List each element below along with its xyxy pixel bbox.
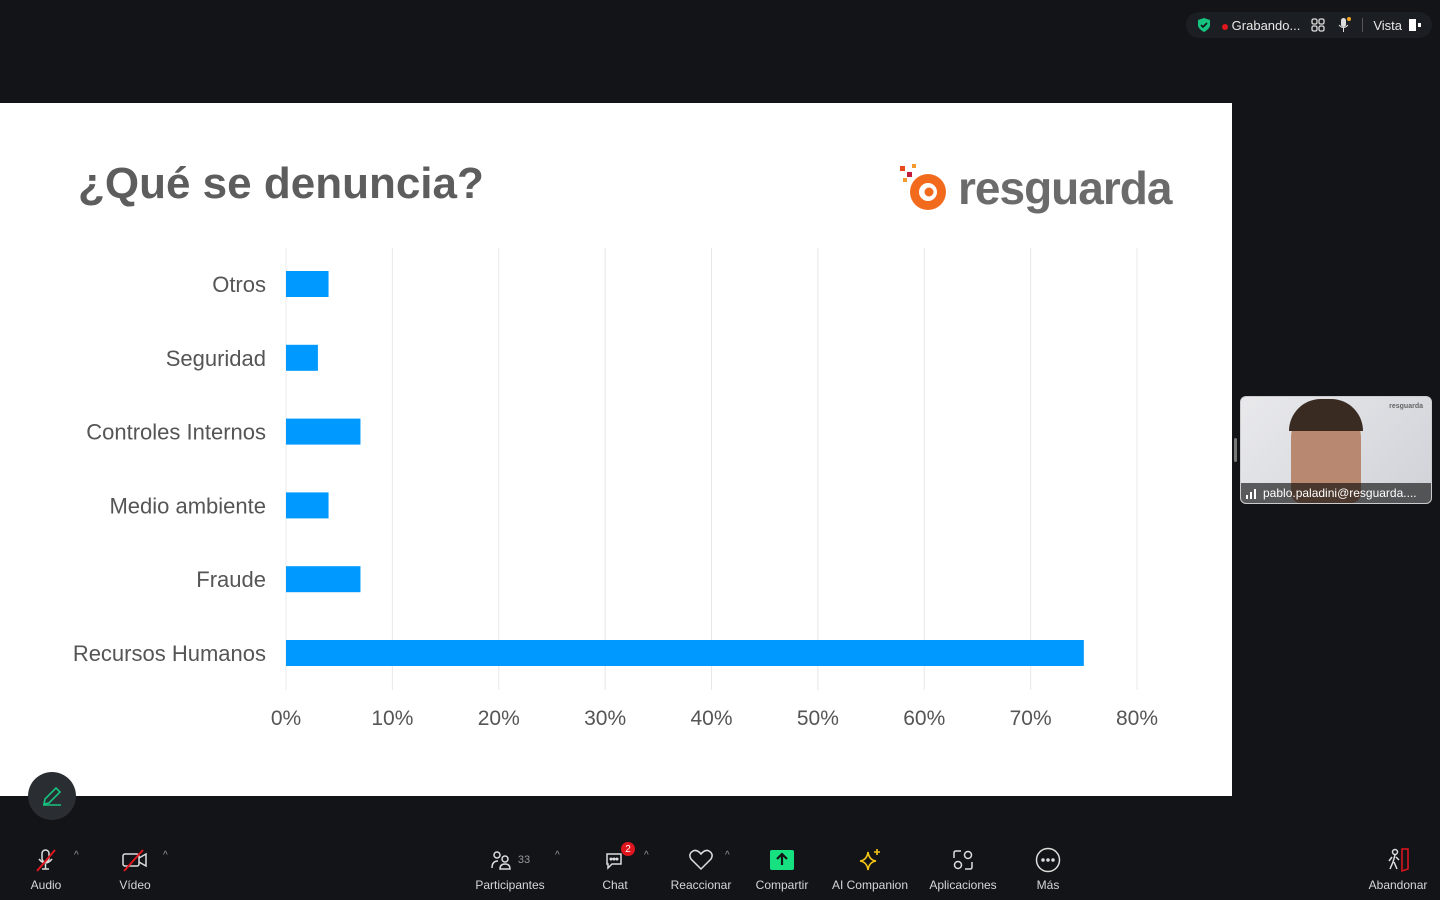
x-tick-label: 80% (1116, 707, 1158, 730)
bar (286, 566, 361, 593)
react-button[interactable]: Reaccionar (656, 846, 746, 892)
shield-icon[interactable] (1196, 17, 1212, 33)
view-layout-icon (1409, 19, 1421, 31)
participants-button[interactable]: 33 Participantes (465, 846, 555, 892)
category-label: Otros (212, 272, 266, 297)
video-label: Vídeo (119, 878, 151, 892)
participants-count: 33 (517, 854, 531, 866)
chat-label: Chat (602, 878, 628, 892)
resize-handle[interactable] (1234, 438, 1237, 462)
react-options-caret[interactable]: ^ (725, 850, 730, 861)
participant-name-label: pablo.paladini@resguarda.... (1241, 483, 1431, 503)
bar (286, 271, 329, 297)
recording-indicator[interactable]: Grabando... (1221, 17, 1301, 33)
leave-icon (1388, 848, 1409, 873)
x-tick-label: 20% (478, 707, 520, 730)
bar (286, 418, 361, 445)
share-label: Compartir (755, 878, 809, 892)
share-button[interactable]: Compartir (737, 846, 827, 892)
more-label: Más (1036, 878, 1060, 892)
bar (286, 344, 318, 371)
react-label: Reaccionar (670, 878, 732, 892)
video-options-caret[interactable]: ^ (163, 850, 168, 861)
x-tick-label: 50% (797, 707, 839, 730)
category-label: Medio ambiente (109, 493, 266, 518)
audio-label: Audio (30, 878, 62, 892)
sparkle-icon (859, 849, 880, 871)
x-tick-label: 40% (690, 707, 732, 730)
participants-options-caret[interactable]: ^ (555, 850, 560, 861)
bar-chart: 0% 10% 20% 30% 40% 50% 60% 70% 80% Otros Seguridad… (73, 248, 1158, 730)
category-label: Fraude (196, 567, 266, 592)
share-screen-icon (770, 850, 794, 870)
x-tick-label: 30% (584, 707, 626, 730)
bar (286, 640, 1084, 666)
category-label: Recursos Humanos (73, 641, 266, 666)
leave-button[interactable]: Abandonar (1353, 846, 1440, 892)
participants-icon (491, 851, 511, 870)
heart-icon (689, 849, 713, 871)
camera-off-icon (122, 849, 147, 872)
apps-button[interactable]: Aplicaciones (918, 846, 1008, 892)
shared-slide: ¿Qué se denuncia? resguarda 0% 10% 20% 30% 4… (0, 103, 1232, 796)
annotate-button[interactable] (28, 772, 76, 820)
x-tick-label: 0% (271, 707, 301, 730)
meeting-toolbar: Audio ^ Vídeo ^ 33 Participantes ^ 2 Chat … (0, 840, 1440, 900)
ai-companion-label: AI Companion (831, 878, 909, 892)
microphone-icon[interactable] (1336, 17, 1352, 33)
chat-unread-badge: 2 (621, 842, 635, 856)
category-label: Controles Internos (86, 420, 266, 445)
leave-label: Abandonar (1368, 878, 1428, 892)
audio-options-caret[interactable]: ^ (74, 850, 79, 861)
signal-icon (1246, 489, 1256, 499)
divider (1362, 18, 1364, 32)
apps-label: Aplicaciones (929, 878, 997, 892)
bar (286, 492, 329, 519)
pencil-icon (42, 786, 62, 806)
participant-name: pablo.paladini@resguarda.... (1263, 486, 1417, 500)
participant-video-tile[interactable]: resguarda pablo.paladini@resguarda.... (1240, 396, 1432, 504)
more-button[interactable]: Más (1003, 846, 1093, 892)
grid-icon[interactable] (1310, 17, 1326, 33)
recording-label: Grabando... (1231, 17, 1301, 33)
view-button[interactable]: Vista (1373, 18, 1422, 33)
x-tick-label: 60% (903, 707, 945, 730)
microphone-muted-icon (36, 849, 56, 872)
meeting-status-bar: Grabando... Vista (1185, 12, 1432, 38)
more-icon (1035, 847, 1061, 873)
ai-companion-button[interactable]: AI Companion (825, 846, 915, 892)
category-label: Seguridad (166, 346, 266, 371)
view-label: Vista (1373, 17, 1402, 33)
apps-icon (953, 850, 973, 870)
recording-dot-icon (1221, 23, 1228, 30)
participants-label: Participantes (475, 878, 545, 892)
participant-hair (1289, 399, 1363, 431)
x-tick-label: 70% (1010, 707, 1052, 730)
x-tick-label: 10% (371, 707, 413, 730)
chat-options-caret[interactable]: ^ (644, 850, 649, 861)
video-background-logo: resguarda (1389, 403, 1423, 410)
